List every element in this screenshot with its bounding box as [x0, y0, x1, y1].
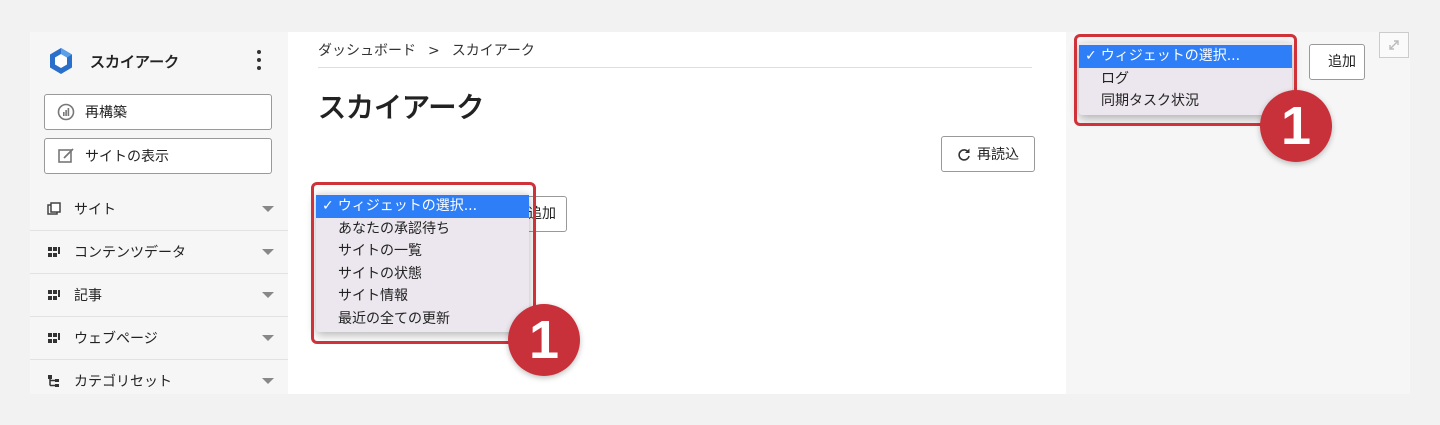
reload-label: 再読込 — [977, 147, 1019, 163]
grid-icon — [46, 244, 62, 260]
chevron-down-icon — [262, 335, 274, 341]
kebab-menu-icon[interactable] — [256, 50, 262, 70]
refresh-icon — [957, 147, 971, 161]
sidebar-item-label: コンテンツデータ — [74, 245, 186, 261]
breadcrumb: ダッシュボード > スカイアーク — [318, 40, 535, 60]
callout-badge: 1 — [1260, 90, 1332, 162]
app-frame: スカイアーク 再構築 サイトの表示 サイト コンテンツデータ 記事 ウェブページ… — [30, 32, 1410, 394]
chevron-down-icon — [262, 378, 274, 384]
external-edit-icon — [57, 147, 75, 165]
rebuild-icon — [57, 103, 75, 121]
copy-icon — [46, 201, 62, 217]
chevron-down-icon — [262, 292, 274, 298]
breadcrumb-separator: > — [428, 43, 440, 59]
reload-button[interactable]: 再読込 — [941, 136, 1035, 172]
chevron-down-icon — [262, 206, 274, 212]
sidebar-item-category-sets[interactable]: カテゴリセット — [30, 360, 288, 394]
highlight-box — [311, 182, 536, 344]
skyarc-logo-icon — [46, 46, 76, 76]
breadcrumb-dashboard-link[interactable]: ダッシュボード — [318, 43, 416, 59]
sidebar-item-label: カテゴリセット — [74, 374, 172, 390]
brand-name: スカイアーク — [90, 52, 180, 71]
sidebar-item-content-data[interactable]: コンテンツデータ — [30, 231, 288, 274]
breadcrumb-current: スカイアーク — [451, 43, 535, 59]
brand[interactable]: スカイアーク — [46, 44, 179, 78]
sidebar-item-label: サイト — [74, 202, 116, 218]
sidebar-item-label: ウェブページ — [74, 331, 158, 347]
sidebar-item-label: 記事 — [74, 288, 102, 304]
expand-icon[interactable] — [1379, 32, 1409, 58]
divider — [318, 67, 1032, 68]
view-site-label: サイトの表示 — [85, 149, 169, 165]
sidebar-item-site[interactable]: サイト — [30, 188, 288, 231]
callout-badge: 1 — [508, 304, 580, 376]
view-site-button[interactable]: サイトの表示 — [44, 138, 272, 174]
hierarchy-icon — [46, 373, 62, 389]
page-title: スカイアーク — [318, 91, 485, 124]
sidebar: スカイアーク 再構築 サイトの表示 サイト コンテンツデータ 記事 ウェブページ… — [30, 32, 288, 394]
grid-icon — [46, 330, 62, 346]
add-widget-button[interactable]: 追加 — [1309, 44, 1365, 80]
rebuild-button[interactable]: 再構築 — [44, 94, 272, 130]
sidebar-item-web-pages[interactable]: ウェブページ — [30, 317, 288, 360]
grid-icon — [46, 287, 62, 303]
rebuild-label: 再構築 — [85, 105, 127, 121]
chevron-down-icon — [262, 249, 274, 255]
sidebar-item-articles[interactable]: 記事 — [30, 274, 288, 317]
